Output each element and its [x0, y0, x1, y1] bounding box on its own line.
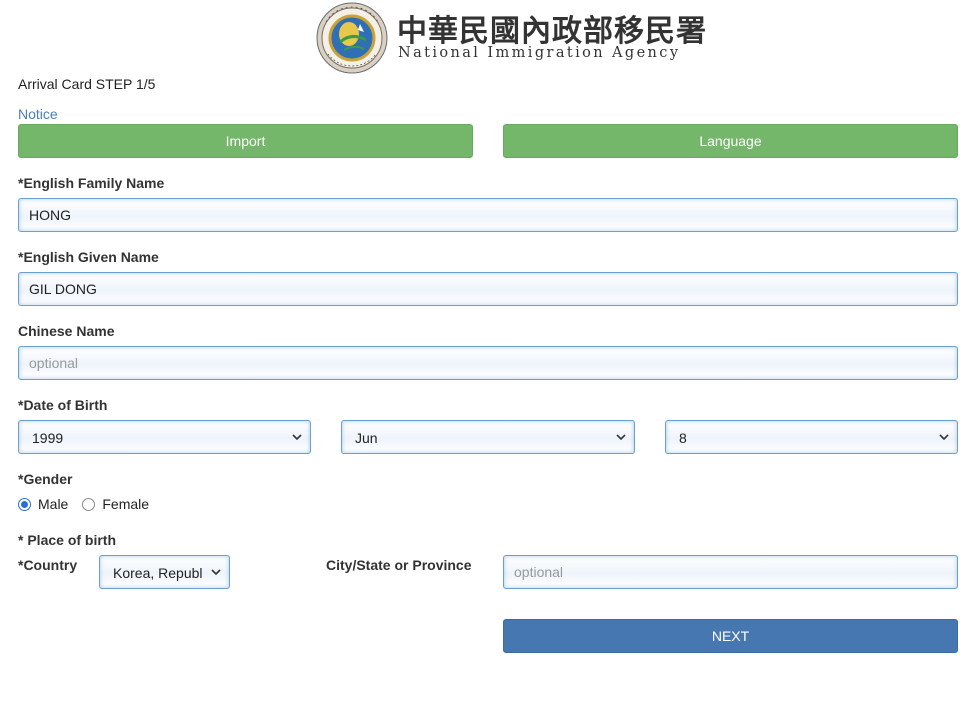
next-button[interactable]: NEXT: [503, 619, 958, 653]
birth-day-value: 8: [679, 430, 687, 446]
given-name-value: GIL DONG: [29, 281, 97, 297]
birth-city-input[interactable]: optional: [503, 555, 958, 589]
notice-link[interactable]: Notice: [18, 106, 58, 122]
birth-month-value: Jun: [355, 430, 378, 446]
family-name-value: HONG: [29, 207, 71, 223]
city-label: City/State or Province: [326, 557, 472, 573]
birth-month-select[interactable]: Jun: [341, 420, 635, 454]
agency-emblem-logo: [316, 2, 388, 74]
chevron-down-icon: [939, 434, 949, 441]
chevron-down-icon: [211, 569, 221, 576]
gender-female-radio[interactable]: [82, 497, 96, 511]
date-of-birth-label: *Date of Birth: [18, 397, 108, 413]
gender-radio-group: Male Female: [18, 496, 163, 512]
language-button[interactable]: Language: [503, 124, 958, 158]
birth-country-select[interactable]: Korea, Republi: [99, 555, 230, 589]
birth-year-select[interactable]: 1999: [18, 420, 311, 454]
birth-city-placeholder: optional: [514, 564, 564, 580]
country-label: *Country: [18, 557, 78, 573]
given-name-label: *English Given Name: [18, 249, 159, 265]
given-name-input[interactable]: GIL DONG: [18, 272, 958, 306]
gender-male-label[interactable]: Male: [38, 496, 68, 512]
step-title: Arrival Card STEP 1/5: [18, 76, 156, 92]
agency-name-chinese: 中華民國內政部移民署: [397, 14, 707, 49]
chinese-name-input[interactable]: optional: [18, 346, 958, 380]
import-button[interactable]: Import: [18, 124, 473, 158]
family-name-label: *English Family Name: [18, 175, 165, 191]
agency-name-english: National Immigration Agency: [398, 45, 681, 61]
gender-female-label[interactable]: Female: [102, 496, 149, 512]
gender-label: *Gender: [18, 471, 73, 487]
chevron-down-icon: [616, 434, 626, 441]
chinese-name-label: Chinese Name: [18, 323, 115, 339]
chinese-name-placeholder: optional: [29, 355, 79, 371]
chevron-down-icon: [292, 434, 302, 441]
birth-year-value: 1999: [32, 430, 64, 446]
birth-day-select[interactable]: 8: [665, 420, 958, 454]
family-name-input[interactable]: HONG: [18, 198, 958, 232]
place-of-birth-label: * Place of birth: [18, 532, 117, 548]
birth-country-value: Korea, Republi: [113, 565, 203, 581]
gender-male-radio[interactable]: [18, 497, 31, 511]
agency-header: 中華民國內政部移民署 National Immigration Agency: [316, 2, 706, 76]
